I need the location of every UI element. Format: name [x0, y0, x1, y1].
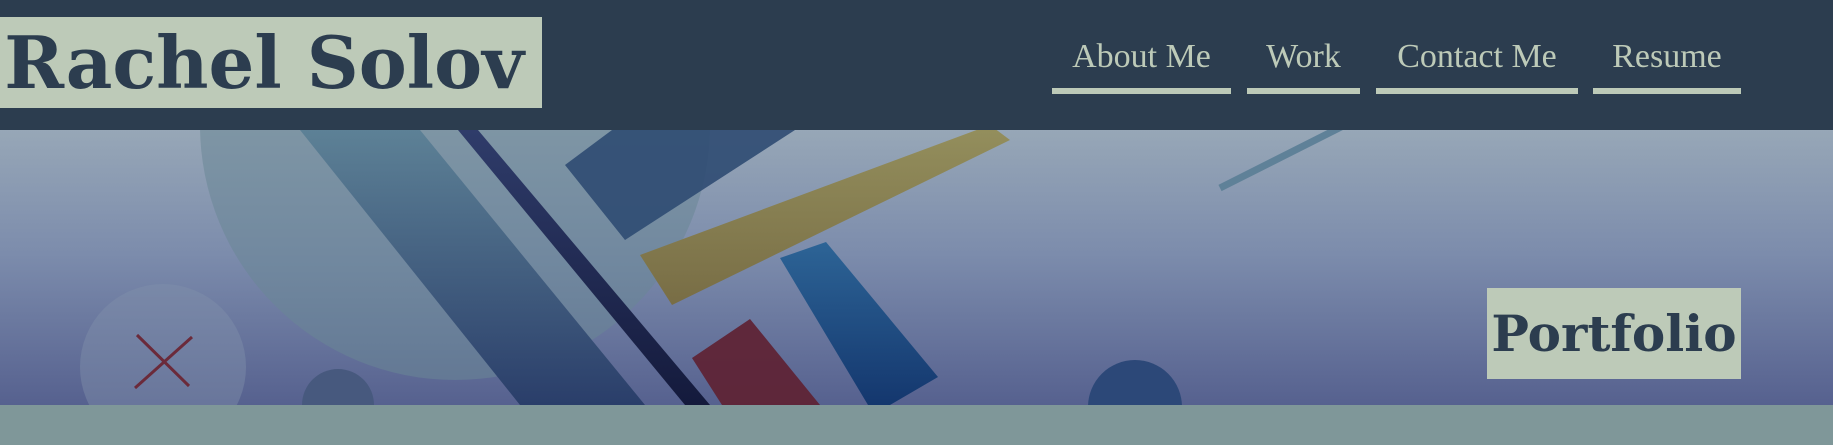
small-circle-shape [80, 284, 246, 405]
footer-strip [0, 405, 1833, 445]
portfolio-label: Portfolio [1491, 304, 1737, 363]
red-rectangle-shape [692, 319, 820, 405]
site-header: Rachel Solov About Me Work Contact Me Re… [0, 0, 1833, 130]
nav-resume[interactable]: Resume [1593, 38, 1741, 94]
nav-contact-me[interactable]: Contact Me [1376, 38, 1578, 94]
half-circle-shape-left [302, 369, 374, 405]
nav-about-me[interactable]: About Me [1052, 38, 1231, 94]
half-circle-shape-right [1088, 360, 1182, 405]
main-nav: About Me Work Contact Me Resume [0, 38, 1833, 98]
portfolio-badge: Portfolio [1487, 288, 1741, 379]
nav-work[interactable]: Work [1247, 38, 1360, 94]
thin-line-shape [1218, 130, 1343, 192]
blue-rectangle-shape [780, 242, 938, 405]
